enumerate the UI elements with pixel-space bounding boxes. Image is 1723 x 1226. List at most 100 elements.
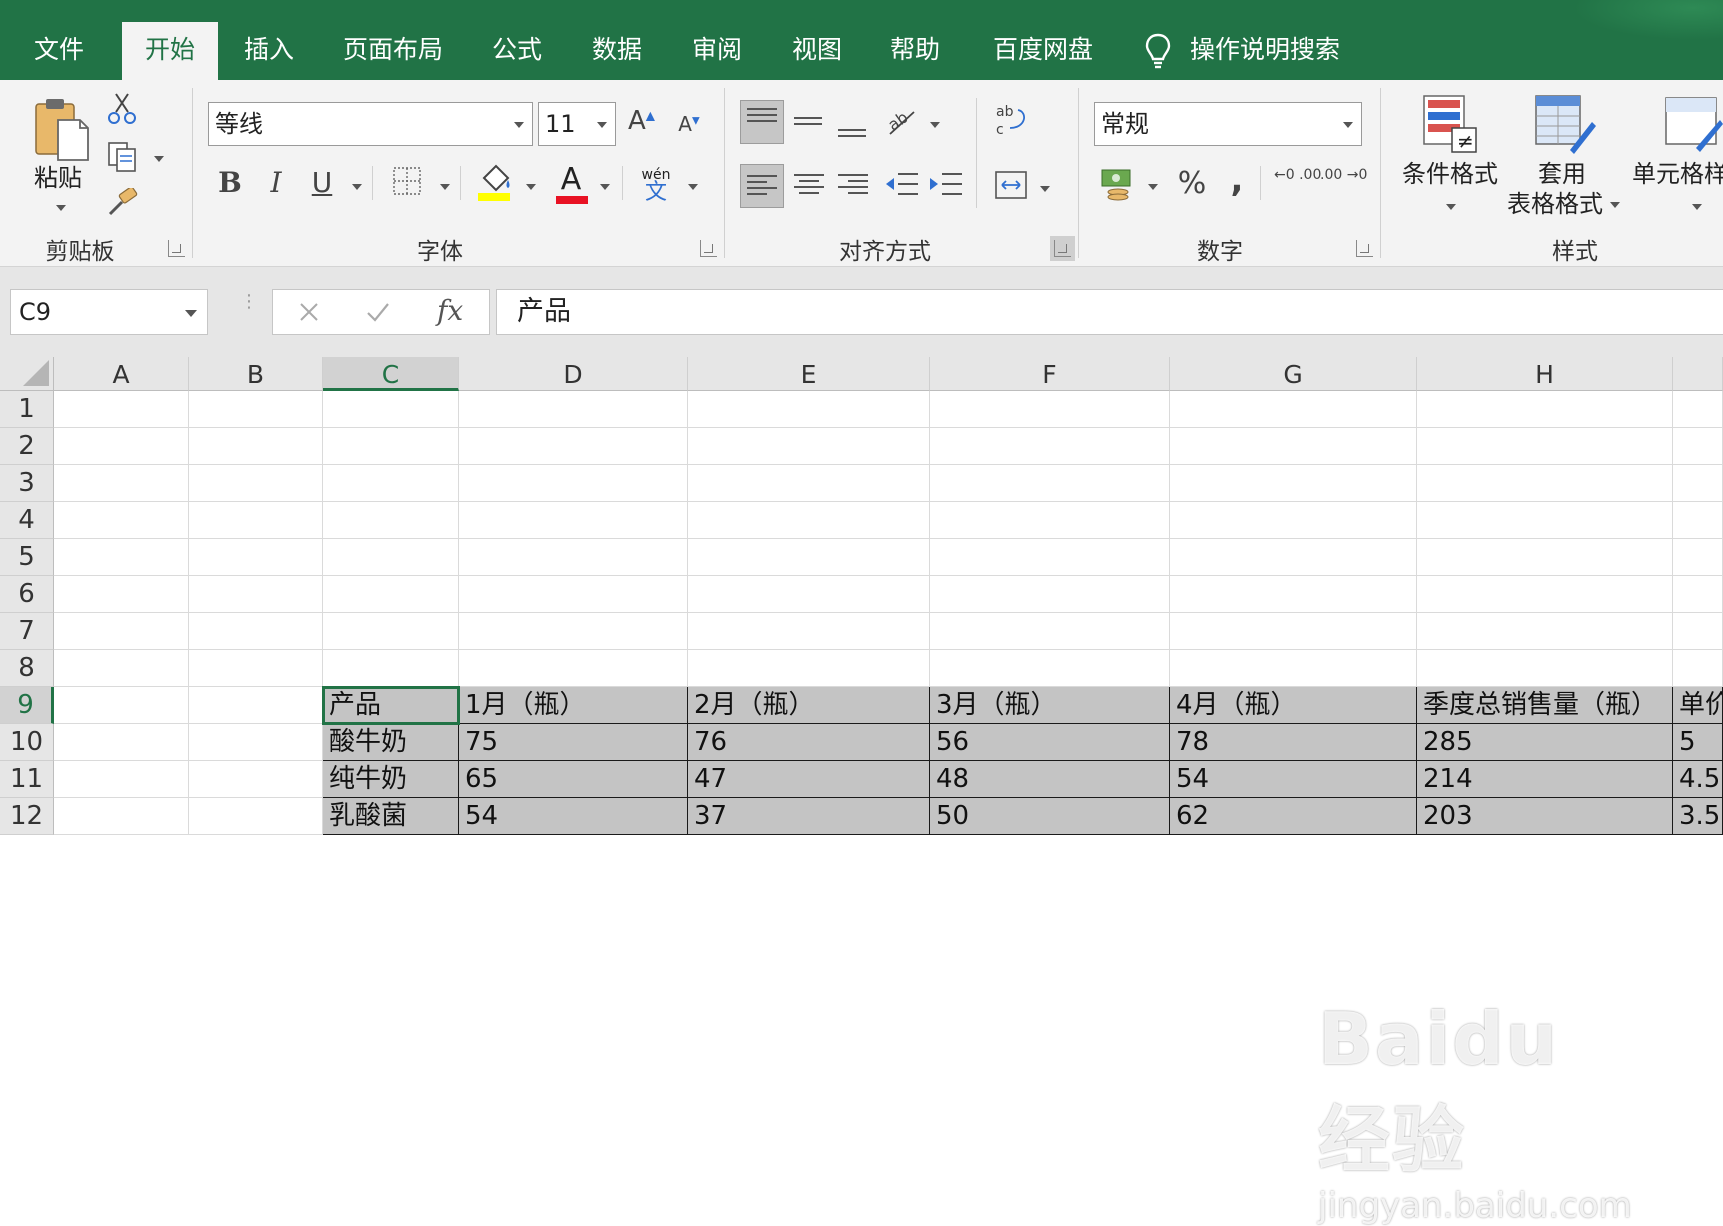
cell[interactable]: 203 [1417, 798, 1673, 835]
alignment-dialog-launcher-icon[interactable] [1050, 236, 1075, 261]
cell[interactable]: 4月（瓶） [1170, 687, 1417, 724]
orientation-dropdown-icon[interactable] [930, 122, 940, 128]
phonetic-guide-icon[interactable]: wén 文 [638, 168, 674, 204]
cell[interactable] [459, 465, 688, 502]
cell[interactable] [459, 502, 688, 539]
tab-view[interactable]: 视图 [776, 24, 858, 80]
comma-style-button[interactable]: , [1224, 160, 1250, 200]
cell[interactable] [323, 502, 459, 539]
accounting-format-icon[interactable] [1100, 166, 1136, 202]
font-dialog-launcher-icon[interactable] [700, 240, 717, 257]
cell[interactable]: 54 [1170, 761, 1417, 798]
fill-color-dropdown-icon[interactable] [526, 184, 536, 190]
splitter-handle-icon[interactable]: ⋮ [240, 293, 258, 311]
decrease-indent-icon[interactable] [884, 168, 920, 202]
cell[interactable]: 1月（瓶） [459, 687, 688, 724]
fill-color-icon[interactable] [476, 160, 514, 202]
tab-home[interactable]: 开始 [122, 22, 218, 80]
cell-styles-dropdown-icon[interactable] [1692, 204, 1702, 210]
cell[interactable] [189, 798, 323, 835]
cell[interactable] [54, 613, 189, 650]
cell[interactable] [1417, 576, 1673, 613]
cell[interactable] [189, 539, 323, 576]
cell[interactable]: 78 [1170, 724, 1417, 761]
phonetic-dropdown-icon[interactable] [688, 184, 698, 190]
cell[interactable] [189, 428, 323, 465]
cell[interactable] [189, 687, 323, 724]
cell[interactable] [930, 428, 1170, 465]
cell[interactable] [1417, 502, 1673, 539]
cell[interactable] [54, 798, 189, 835]
cell[interactable] [688, 391, 930, 428]
cell[interactable] [54, 650, 189, 687]
cell[interactable] [54, 761, 189, 798]
italic-button[interactable]: I [262, 166, 290, 199]
cell[interactable] [930, 576, 1170, 613]
cell[interactable]: 季度总销售量（瓶） [1417, 687, 1673, 724]
formula-input[interactable]: 产品 [496, 289, 1723, 335]
percent-style-button[interactable]: % [1174, 166, 1210, 201]
cell[interactable]: 50 [930, 798, 1170, 835]
cell[interactable] [930, 502, 1170, 539]
underline-dropdown-icon[interactable] [352, 184, 362, 190]
format-painter-icon[interactable] [106, 188, 140, 218]
cell[interactable]: 4.5 [1673, 761, 1723, 798]
cell[interactable] [54, 539, 189, 576]
cell[interactable]: 产品 [323, 687, 459, 724]
cell[interactable] [189, 724, 323, 761]
cell[interactable]: 214 [1417, 761, 1673, 798]
tab-formulas[interactable]: 公式 [476, 24, 558, 80]
cell[interactable] [459, 539, 688, 576]
cell[interactable] [54, 428, 189, 465]
insert-function-button[interactable]: fx [437, 294, 463, 327]
cell[interactable] [1170, 465, 1417, 502]
underline-button[interactable]: U [308, 166, 336, 199]
cell[interactable] [1673, 502, 1723, 539]
tab-data[interactable]: 数据 [576, 24, 658, 80]
increase-decimal-button[interactable]: ←0 .00 [1274, 168, 1321, 183]
row-header[interactable]: 8 [0, 650, 54, 687]
cell[interactable] [1673, 428, 1723, 465]
cell[interactable] [930, 613, 1170, 650]
cell-styles-label[interactable]: 单元格样 [1632, 160, 1723, 188]
cell[interactable] [54, 724, 189, 761]
cell[interactable] [688, 428, 930, 465]
cell[interactable] [688, 539, 930, 576]
cell[interactable] [54, 465, 189, 502]
row-header[interactable]: 11 [0, 761, 54, 798]
paste-dropdown-icon[interactable] [56, 205, 66, 211]
cell[interactable]: 单价 [1673, 687, 1723, 724]
cell[interactable] [688, 576, 930, 613]
row-header[interactable]: 10 [0, 724, 54, 761]
cell[interactable] [1170, 613, 1417, 650]
format-as-table-label-2[interactable]: 表格格式 [1500, 190, 1610, 218]
select-all-button[interactable] [0, 357, 54, 391]
format-as-table-label-1[interactable]: 套用 [1520, 160, 1604, 188]
column-header[interactable]: D [459, 357, 688, 391]
cell[interactable]: 5 [1673, 724, 1723, 761]
row-header[interactable]: 7 [0, 613, 54, 650]
merge-center-icon[interactable] [994, 170, 1028, 200]
clipboard-dialog-launcher-icon[interactable] [168, 240, 185, 257]
column-header[interactable]: G [1170, 357, 1417, 391]
cell[interactable]: 47 [688, 761, 930, 798]
row-header[interactable]: 9 [0, 687, 54, 724]
cell[interactable] [189, 650, 323, 687]
column-header[interactable]: C [323, 357, 459, 391]
cell[interactable] [1170, 502, 1417, 539]
cell[interactable] [323, 650, 459, 687]
tell-me-search[interactable]: 操作说明搜索 [1190, 24, 1350, 80]
cell[interactable] [459, 650, 688, 687]
middle-align-icon[interactable] [792, 104, 828, 140]
conditional-dropdown-icon[interactable] [1446, 204, 1456, 210]
cell[interactable] [189, 391, 323, 428]
cell[interactable]: 纯牛奶 [323, 761, 459, 798]
cell[interactable] [1170, 576, 1417, 613]
cell[interactable] [1417, 539, 1673, 576]
cell[interactable]: 3月（瓶） [930, 687, 1170, 724]
cell[interactable]: 48 [930, 761, 1170, 798]
cell[interactable] [1417, 465, 1673, 502]
cell[interactable] [54, 687, 189, 724]
tab-baidu-netdisk[interactable]: 百度网盘 [984, 24, 1102, 80]
cell[interactable] [1673, 613, 1723, 650]
